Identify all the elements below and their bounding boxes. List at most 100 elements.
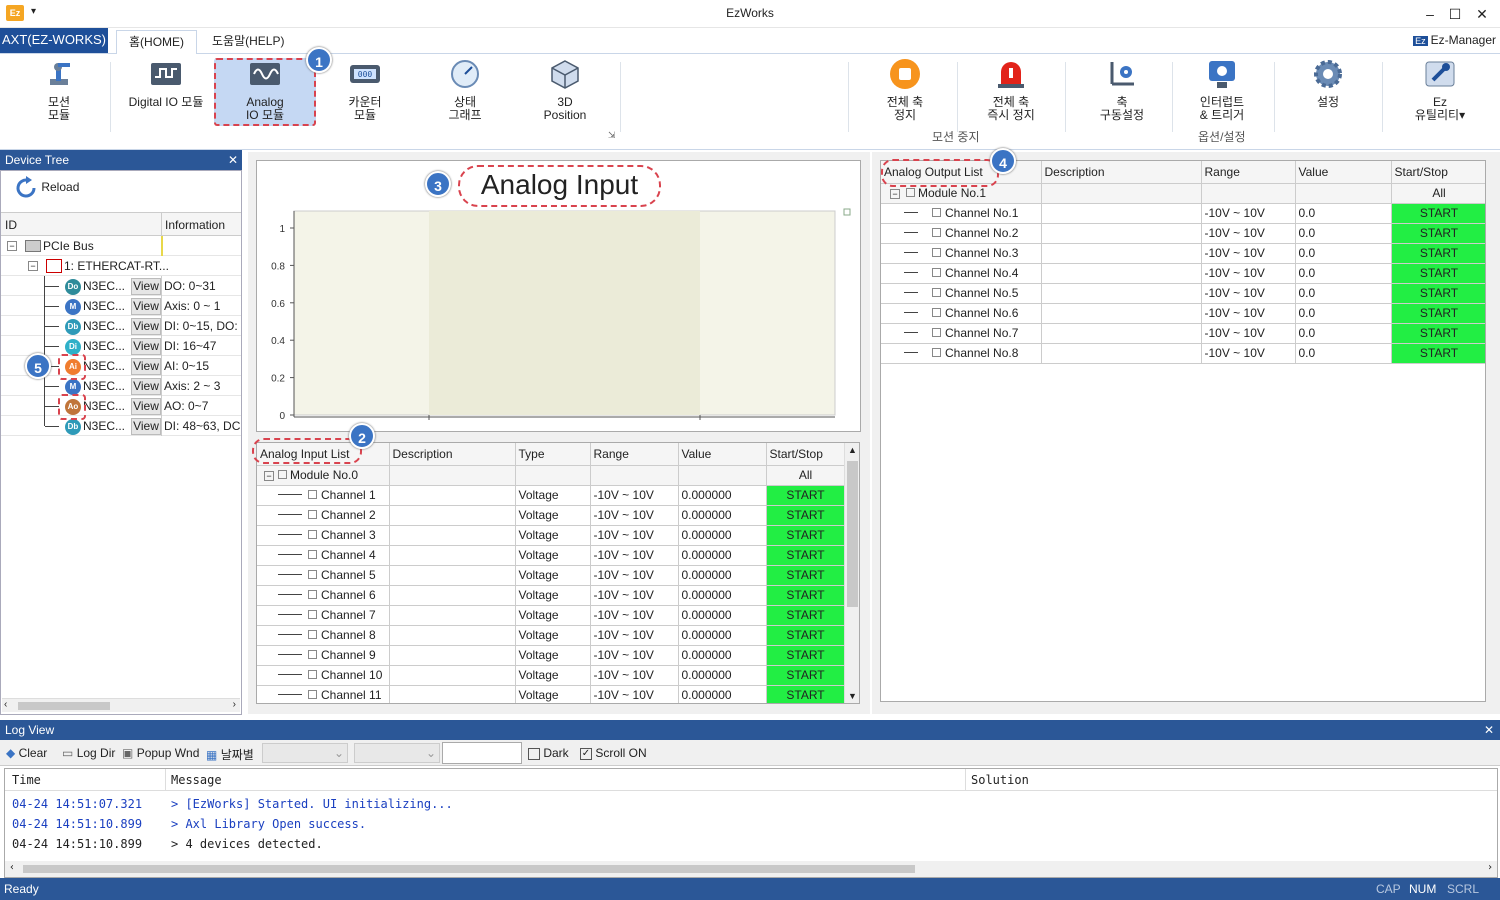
maximize-icon[interactable]: ☐: [1443, 4, 1467, 24]
ao-column-header[interactable]: Description: [1041, 161, 1202, 184]
reload-button[interactable]: Reload: [14, 176, 79, 200]
emergency-stop-all-button[interactable]: 전체 축 즉시 정지: [966, 58, 1056, 122]
interrupt-trigger-button[interactable]: 인터럽트 & 트리거: [1182, 58, 1262, 122]
ao-channel-row[interactable]: Channel No.1 -10V ~ 10V 0.0 START: [881, 203, 1485, 224]
scrollbar-thumb[interactable]: [23, 865, 915, 873]
checkbox-box[interactable]: [932, 308, 941, 317]
ai-channel-row[interactable]: Channel 1 Voltage -10V ~ 10V 0.000000 START: [257, 485, 846, 506]
checkbox-box[interactable]: [308, 670, 317, 679]
checkbox-box[interactable]: [308, 490, 317, 499]
clear-button[interactable]: ◆ Clear: [6, 746, 47, 760]
scroll-left-icon[interactable]: ‹: [9, 862, 15, 873]
ao-channel-row[interactable]: Channel No.3 -10V ~ 10V 0.0 START: [881, 243, 1485, 264]
log-search-input[interactable]: [442, 742, 522, 764]
close-icon[interactable]: ✕: [1470, 4, 1494, 24]
tab-home[interactable]: 홈(HOME): [116, 30, 198, 54]
view-button[interactable]: View: [131, 358, 161, 375]
checkbox-box[interactable]: [932, 328, 941, 337]
ai-vertical-scrollbar[interactable]: ▲ ▼: [844, 443, 859, 703]
description-cell[interactable]: [389, 585, 516, 606]
ai-column-header[interactable]: Type: [515, 443, 591, 466]
ez-manager-link[interactable]: Ez Ez-Manager: [1413, 33, 1496, 47]
description-cell[interactable]: [389, 665, 516, 686]
value-cell[interactable]: 0.0: [1295, 283, 1392, 304]
checkbox-box[interactable]: [308, 530, 317, 539]
view-button[interactable]: View: [131, 318, 161, 335]
ai-channel-row[interactable]: Channel 8 Voltage -10V ~ 10V 0.000000 START: [257, 625, 846, 646]
ai-module-row[interactable]: − Module No.0 All: [257, 465, 846, 486]
ai-column-header[interactable]: Value: [678, 443, 767, 466]
description-cell[interactable]: [389, 625, 516, 646]
scroll-down-icon[interactable]: ▼: [848, 691, 857, 701]
value-cell[interactable]: 0.0: [1295, 263, 1392, 284]
ribbon-dialog-launcher-icon[interactable]: ⇲: [608, 130, 616, 141]
start-button[interactable]: START: [1391, 343, 1485, 364]
axis-drive-settings-button[interactable]: 축 구동설정: [1082, 58, 1162, 122]
view-button[interactable]: View: [131, 338, 161, 355]
scroll-up-icon[interactable]: ▲: [848, 445, 857, 455]
ai-column-header[interactable]: Description: [389, 443, 516, 466]
start-button[interactable]: START: [766, 645, 846, 666]
popup-wnd-button[interactable]: ▣ Popup Wnd: [122, 746, 199, 760]
collapse-icon[interactable]: −: [28, 261, 38, 271]
description-cell[interactable]: [1041, 323, 1202, 344]
checkmark-icon[interactable]: ✓: [580, 747, 592, 760]
start-button[interactable]: START: [766, 485, 846, 506]
tree-row-module[interactable]: Db N3EC... View DI: 0~15, DO:: [1, 316, 241, 336]
value-cell[interactable]: 0.0: [1295, 303, 1392, 324]
ai-channel-row[interactable]: Channel 11 Voltage -10V ~ 10V 0.000000 START: [257, 685, 846, 703]
description-cell[interactable]: [1041, 223, 1202, 244]
start-button[interactable]: START: [1391, 283, 1485, 304]
view-button[interactable]: View: [131, 398, 161, 415]
view-button[interactable]: View: [131, 298, 161, 315]
ai-column-header[interactable]: Start/Stop: [766, 443, 846, 466]
3d-position-button[interactable]: 3D Position: [526, 58, 604, 122]
log-row[interactable]: 04-24 14:51:10.899 > 4 devices detected.: [5, 835, 1497, 855]
tree-row-ethercat-master[interactable]: − 1: ETHERCAT-RT...: [1, 256, 241, 276]
all-button[interactable]: All: [766, 465, 846, 486]
value-cell[interactable]: 0.0: [1295, 343, 1392, 364]
start-button[interactable]: START: [1391, 223, 1485, 244]
tree-horizontal-scrollbar[interactable]: ‹ ›: [2, 698, 240, 712]
checkbox-box[interactable]: [932, 348, 941, 357]
ai-channel-row[interactable]: Channel 10 Voltage -10V ~ 10V 0.000000 START: [257, 665, 846, 686]
checkbox-box[interactable]: [308, 570, 317, 579]
settings-button[interactable]: 설정: [1290, 58, 1366, 109]
tree-row-module[interactable]: Ao N3EC... View AO: 0~7: [1, 396, 241, 416]
start-button[interactable]: START: [1391, 303, 1485, 324]
ai-channel-row[interactable]: Channel 3 Voltage -10V ~ 10V 0.000000 START: [257, 525, 846, 546]
checkbox-box[interactable]: [932, 248, 941, 257]
log-row[interactable]: 04-24 14:51:10.899 > Axl Library Open suc…: [5, 815, 1497, 835]
start-button[interactable]: START: [766, 525, 846, 546]
checkbox-box[interactable]: [932, 228, 941, 237]
tab-help[interactable]: 도움말(HELP): [200, 30, 296, 54]
ao-channel-row[interactable]: Channel No.5 -10V ~ 10V 0.0 START: [881, 283, 1485, 304]
tree-row-module[interactable]: Do N3EC... View DO: 0~31: [1, 276, 241, 296]
description-cell[interactable]: [1041, 303, 1202, 324]
counter-module-button[interactable]: 000 카운터 모듈: [326, 58, 404, 122]
scroll-right-icon[interactable]: ›: [233, 699, 236, 710]
description-cell[interactable]: [389, 565, 516, 586]
ao-channel-row[interactable]: Channel No.2 -10V ~ 10V 0.0 START: [881, 223, 1485, 244]
collapse-icon[interactable]: −: [890, 189, 900, 199]
log-row[interactable]: 04-24 14:51:07.321 > [EzWorks] Started. U…: [5, 795, 1497, 815]
ao-column-header[interactable]: Value: [1295, 161, 1392, 184]
description-cell[interactable]: [389, 545, 516, 566]
value-cell[interactable]: 0.0: [1295, 223, 1392, 244]
checkbox-box[interactable]: [308, 690, 317, 699]
checkbox-box[interactable]: [932, 208, 941, 217]
collapse-icon[interactable]: −: [7, 241, 17, 251]
start-button[interactable]: START: [1391, 243, 1485, 264]
view-button[interactable]: View: [131, 418, 161, 435]
start-button[interactable]: START: [766, 665, 846, 686]
ai-channel-row[interactable]: Channel 5 Voltage -10V ~ 10V 0.000000 START: [257, 565, 846, 586]
value-cell[interactable]: 0.0: [1295, 203, 1392, 224]
scroll-right-icon[interactable]: ›: [1487, 862, 1493, 873]
start-button[interactable]: START: [766, 505, 846, 526]
checkbox-box[interactable]: [528, 747, 540, 760]
checkbox-box[interactable]: [308, 550, 317, 559]
start-button[interactable]: START: [1391, 263, 1485, 284]
collapse-icon[interactable]: −: [264, 471, 274, 481]
status-graph-button[interactable]: 상태 그래프: [426, 58, 504, 122]
date-from-select[interactable]: ⌄: [262, 743, 348, 763]
